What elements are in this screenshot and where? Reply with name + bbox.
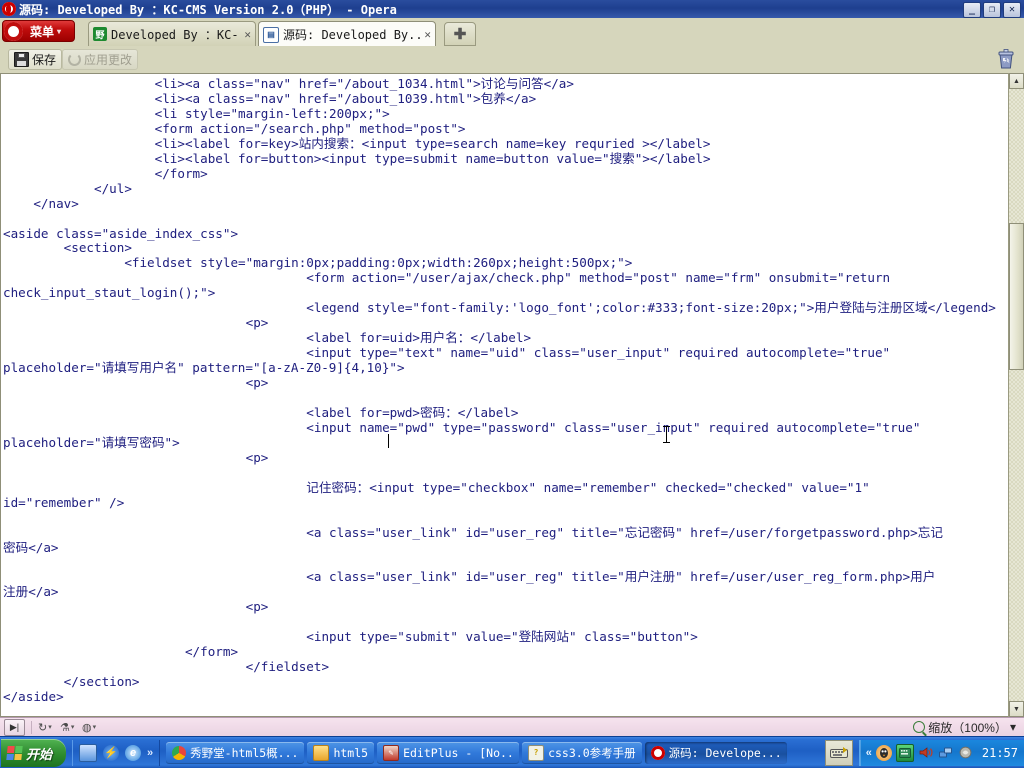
floppy-disk-icon [14,52,29,67]
opera-menu-button[interactable]: 菜单 ▾ [2,20,75,42]
save-button[interactable]: 保存 [8,49,63,70]
tab-label: Developed By ：KC-... [111,27,241,42]
shield-icon[interactable] [958,745,974,761]
chm-help-icon: ? [528,744,545,761]
task-button-css3-manual[interactable]: ? css3.0参考手册 [522,741,642,764]
divider [31,720,32,734]
task-label: html5 [333,745,369,760]
start-button-label: 开始 [26,746,53,762]
windows-taskbar: 开始 ⚡ e » 秀野堂-html5概... html5 ✎ EditPlus … [0,736,1024,768]
window-title: 源码: Developed By ：KC-CMS Version 2.0（PHP… [19,2,397,17]
task-label: 秀野堂-html5概... [190,745,299,760]
thunder-download-icon[interactable]: ⚡ [103,744,120,761]
source-view-toolbar: 保存 应用更改 [0,46,1024,74]
new-tab-button[interactable]: ✚ [444,22,476,46]
scrollbar-thumb[interactable] [1009,223,1024,370]
tab-strip: 菜单 ▾ 野 Developed By ：KC-... ✕ ▤ 源码: Deve… [0,18,1024,47]
opera-icon [650,745,665,760]
ime-input-icon[interactable] [895,743,914,762]
qq-penguin-icon[interactable] [875,744,892,761]
tab-developed-by[interactable]: 野 Developed By ：KC-... ✕ [88,21,256,46]
chrome-icon [172,745,187,760]
opera-browser-window: 源码: Developed By ：KC-CMS Version 2.0（PHP… [0,0,1024,736]
task-button-editplus[interactable]: ✎ EditPlus - [No... [377,741,520,764]
restore-button[interactable]: ❐ [983,2,1001,18]
ime-glyph [829,747,848,758]
taskbar-clock[interactable]: 21:57 [978,746,1018,760]
zoom-control[interactable]: 缩放（100%） ▾ [913,719,1016,736]
vertical-scrollbar[interactable]: ▲ ▼ [1008,73,1024,717]
source-code-html: <li><a class="nav" href="/about_1034.htm… [3,76,996,705]
recycle-bin-icon[interactable] [996,49,1016,70]
chevron-down-icon: ▾ [48,724,52,731]
chevron-down-icon: ▾ [1009,720,1016,734]
source-code-text[interactable]: <li><a class="nav" href="/about_1034.htm… [3,76,996,716]
task-label: 源码: Develope... [668,745,781,760]
panel-toggle-icon[interactable]: ▶| [4,718,25,736]
task-button-folder[interactable]: html5 [307,741,375,764]
system-tray: « 21:57 [858,739,1024,766]
close-icon[interactable]: ✕ [424,28,431,41]
menu-button-label: 菜单 [29,24,54,39]
close-icon[interactable]: ✕ [244,28,251,41]
refresh-circular-arrow-icon [68,53,81,66]
volume-icon[interactable] [918,745,934,761]
browser-status-bar: ▶| ↻ ▾ ⚗ ▾ ◍ ▾ 缩放（100%） ▾ [0,717,1024,736]
ime-keyboard-icon[interactable] [824,739,853,766]
globe-options-icon[interactable]: ◍ ▾ [82,720,104,735]
chevron-down-icon: ▾ [70,724,75,731]
globe-glyph: ◍ [82,721,92,734]
opera-menu-logo-icon [4,22,23,41]
network-icon[interactable] [938,745,954,761]
reload-glyph: ↻ [38,721,48,734]
quick-launch-overflow-chevron[interactable]: » [147,747,153,759]
image-glyph: ⚗ [60,721,70,734]
opera-logo-icon [2,2,16,16]
close-button[interactable]: ✕ [1003,2,1021,18]
tray-expand-chevron[interactable]: « [866,747,872,759]
minimize-button[interactable]: _ [963,2,981,18]
internet-explorer-icon[interactable]: e [125,744,142,761]
site-favicon-green: 野 [93,27,107,41]
task-button-opera-source[interactable]: 源码: Develope... [644,741,787,764]
scroll-up-arrow-icon[interactable]: ▲ [1009,73,1024,89]
windows-flag-icon [6,746,23,760]
text-caret [388,434,389,448]
window-controls: _ ❐ ✕ [963,2,1021,18]
window-titlebar: 源码: Developed By ：KC-CMS Version 2.0（PHP… [0,0,1024,18]
taskbar-window-list: 秀野堂-html5概... html5 ✎ EditPlus - [No... … [160,741,825,764]
task-label: css3.0参考手册 [548,745,636,760]
task-button-chrome[interactable]: 秀野堂-html5概... [166,741,305,764]
chevron-down-icon: ▾ [92,724,97,731]
source-view-favicon: ▤ [263,26,279,43]
scroll-down-arrow-icon[interactable]: ▼ [1009,701,1024,717]
quick-launch-bar: ⚡ e » [72,739,161,766]
screen: 源码: Developed By ：KC-CMS Version 2.0（PHP… [0,0,1024,768]
zoom-level-label: 缩放（100%） [928,720,1007,735]
image-options-icon[interactable]: ⚗ ▾ [60,720,82,735]
save-button-label: 保存 [32,53,57,67]
tab-source-view[interactable]: ▤ 源码: Developed By.. ✕ [258,21,436,47]
folder-icon [313,744,330,761]
start-button[interactable]: 开始 [1,739,67,767]
source-code-view[interactable]: <li><a class="nav" href="/about_1034.htm… [0,73,1008,717]
magnifier-icon [913,721,926,733]
task-label: EditPlus - [No... [403,745,514,760]
apply-changes-button[interactable]: 应用更改 [62,49,139,70]
show-desktop-icon[interactable] [79,743,98,762]
reload-options-icon[interactable]: ↻ ▾ [38,720,60,735]
apply-changes-label: 应用更改 [84,53,133,67]
editplus-icon: ✎ [383,744,400,761]
mouse-ibeam-cursor [663,426,670,443]
tab-label: 源码: Developed By.. [283,28,422,42]
chevron-down-icon: ▾ [57,26,62,36]
